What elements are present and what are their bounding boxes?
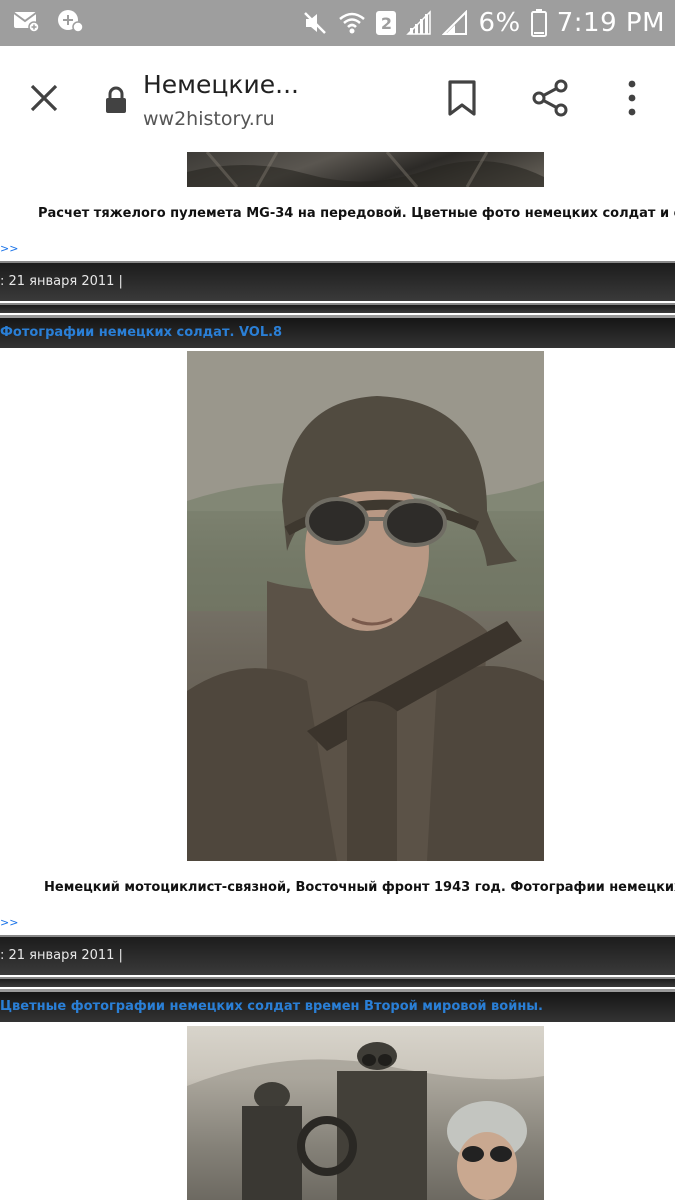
- read-more-link[interactable]: >>: [0, 916, 18, 929]
- close-icon[interactable]: [26, 80, 62, 116]
- read-more-link[interactable]: >>: [0, 242, 18, 255]
- bookmark-icon[interactable]: [446, 78, 478, 118]
- separator-bar: [0, 977, 675, 987]
- status-bar: 2 6% 7:19 PM: [0, 0, 675, 46]
- battery-percent: 6%: [478, 8, 521, 38]
- page-title: Немецкие...: [143, 70, 300, 99]
- post-photo-soldiers-group[interactable]: [187, 1026, 544, 1200]
- post-photo-motorcyclist[interactable]: [187, 351, 544, 861]
- post-date-bar: : 21 января 2011 |: [0, 935, 675, 975]
- separator-bar: [0, 303, 675, 313]
- page-url[interactable]: ww2history.ru: [143, 108, 275, 130]
- photo-illustration: [187, 1042, 544, 1200]
- lock-icon: [104, 86, 128, 114]
- post-title-link[interactable]: Цветные фотографии немецких солдат време…: [0, 989, 675, 1022]
- share-icon[interactable]: [530, 78, 570, 118]
- sim-badge: 2: [376, 11, 397, 35]
- email-notification-icon: [12, 8, 40, 34]
- battery-icon: [530, 9, 547, 37]
- post-caption: Расчет тяжелого пулемета MG-34 на передо…: [38, 206, 675, 221]
- post-photo-machine-gun[interactable]: [187, 152, 544, 187]
- browser-toolbar: Немецкие... ww2history.ru: [0, 46, 675, 198]
- clock: 7:19 PM: [556, 8, 665, 38]
- more-options-icon[interactable]: [618, 78, 646, 118]
- mute-icon: [302, 10, 328, 36]
- wifi-icon: [338, 11, 366, 35]
- photo-texture: [187, 152, 544, 187]
- post-title-link[interactable]: Фотографии немецких солдат. VOL.8: [0, 315, 675, 348]
- post-caption: Немецкий мотоциклист-связной, Восточный …: [44, 880, 675, 895]
- signal-secondary-icon: [442, 10, 468, 36]
- page-content[interactable]: Расчет тяжелого пулемета MG-34 на передо…: [0, 152, 675, 1200]
- post-date-bar: : 21 января 2011 |: [0, 261, 675, 301]
- signal-icon: [406, 10, 432, 36]
- chat-notification-icon: [56, 8, 84, 34]
- photo-illustration: [187, 351, 544, 861]
